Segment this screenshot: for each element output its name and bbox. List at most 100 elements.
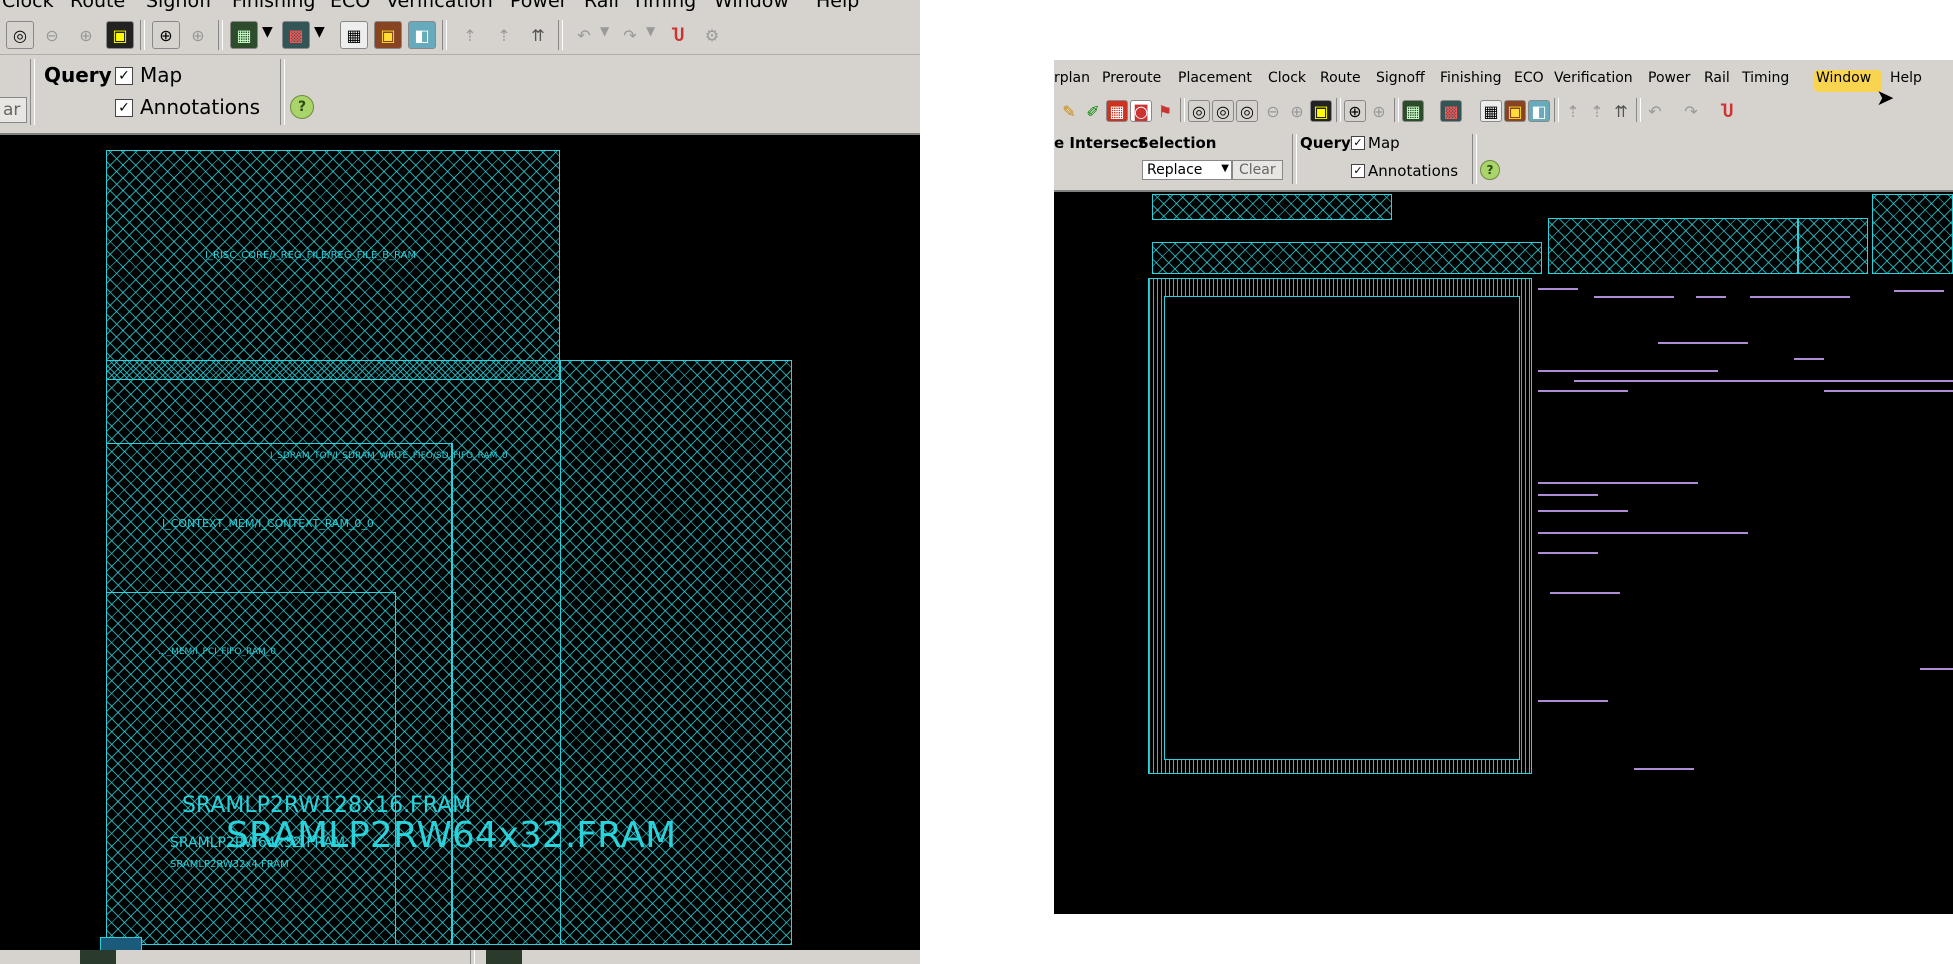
toolbar-separator — [30, 59, 35, 125]
macro-block[interactable] — [1872, 194, 1953, 274]
zoom-out-icon[interactable]: ⊖ — [1262, 100, 1284, 122]
zoom-in-icon[interactable]: ⊕ — [72, 21, 100, 49]
highlight-icon[interactable]: ▣ — [374, 21, 402, 49]
layer-icon[interactable]: ▦ — [230, 21, 258, 49]
highlight-icon[interactable]: ▣ — [1504, 100, 1526, 122]
menu-verification[interactable]: Verification — [386, 0, 493, 12]
zoom-out-icon[interactable]: ⊖ — [38, 21, 66, 49]
layer-icon[interactable]: ▦ — [1402, 100, 1424, 122]
macro-reg-file[interactable] — [106, 150, 560, 380]
menu-timing[interactable]: Timing — [632, 0, 696, 12]
move-up-icon[interactable]: ⇡ — [1586, 100, 1608, 122]
menu-placement[interactable]: Placement — [1178, 70, 1252, 86]
macro-pci-fifo[interactable] — [106, 592, 396, 945]
filter-icon[interactable]: ⚑ — [1154, 100, 1176, 122]
dropdown-arrow-icon[interactable]: ▼ — [314, 24, 325, 40]
menu-rail[interactable]: Rail — [584, 0, 619, 12]
selection-mode-select[interactable]: Replace ▼ — [1142, 160, 1232, 180]
macro-divider — [560, 360, 562, 945]
select-icon[interactable]: ▣ — [1310, 100, 1332, 122]
help-icon[interactable]: ? — [1480, 160, 1500, 180]
menu-help[interactable]: Help — [816, 0, 859, 12]
map-label: Map — [1368, 134, 1400, 152]
menu-eco[interactable]: ECO — [330, 0, 370, 12]
options-bar: ar Query ✓ Map ✓ Annotations ? — [0, 55, 920, 135]
layout-canvas[interactable]: I_RISC_CORE/I_REG_FILE/REG_FILE_B_RAM I_… — [0, 135, 920, 952]
map-checkbox[interactable]: ✓ — [1351, 136, 1365, 150]
dropdown-arrow-icon[interactable]: ▼ — [646, 24, 655, 38]
magnet-icon[interactable]: Ⴎ — [1716, 100, 1738, 122]
zoom-area-icon[interactable]: ⊕ — [1344, 100, 1366, 122]
toolbar-separator — [1292, 134, 1297, 184]
clear-button[interactable]: ar — [0, 97, 28, 123]
highlight-icon[interactable]: ◙ — [1130, 100, 1152, 122]
menu-window[interactable]: Window — [714, 0, 789, 12]
dropdown-arrow-icon[interactable]: ▼ — [600, 24, 609, 38]
menu-eco[interactable]: ECO — [1514, 70, 1544, 86]
annotations-checkbox[interactable]: ✓ — [115, 99, 133, 117]
settings-icon[interactable]: ⚙ — [698, 21, 726, 49]
macro-label: I_RISC_CORE/I_REG_FILE/REG_FILE_B_RAM — [205, 250, 417, 261]
menu-signoff[interactable]: Signoff — [1376, 70, 1425, 86]
zoom-prev-icon[interactable]: ⊕ — [1368, 100, 1390, 122]
view-icon[interactable]: ◧ — [408, 21, 436, 49]
menu-help[interactable]: Help — [1890, 70, 1922, 86]
zoom-fit-icon[interactable]: ◎ — [1188, 100, 1210, 122]
pencil-icon[interactable]: ✎ — [1058, 100, 1080, 122]
view-icon[interactable]: ◧ — [1528, 100, 1550, 122]
move-top-icon[interactable]: ⇈ — [1610, 100, 1632, 122]
move-up-icon[interactable]: ⇡ — [456, 21, 484, 49]
macro-core[interactable] — [1164, 296, 1520, 760]
color-icon[interactable]: ▩ — [1440, 100, 1462, 122]
task-icon[interactable] — [486, 950, 522, 964]
menu-power[interactable]: Power — [1648, 70, 1690, 86]
redo-icon[interactable]: ↷ — [1680, 100, 1702, 122]
menu-floorplan[interactable]: rplan — [1054, 70, 1090, 86]
menu-timing[interactable]: Timing — [1742, 70, 1789, 86]
annotations-checkbox[interactable]: ✓ — [1351, 164, 1365, 178]
menu-clock[interactable]: Clock — [1268, 70, 1306, 86]
clear-button[interactable]: Clear — [1232, 160, 1283, 180]
route-icon[interactable]: ▦ — [1106, 100, 1128, 122]
move-top-icon[interactable]: ⇡ — [490, 21, 518, 49]
layout-canvas[interactable] — [1054, 192, 1953, 914]
zoom-window-icon[interactable]: ◎ — [1212, 100, 1234, 122]
magnet-icon[interactable]: Ⴎ — [664, 21, 692, 49]
menu-finishing[interactable]: Finishing — [1440, 70, 1502, 86]
menu-finishing[interactable]: Finishing — [232, 0, 315, 12]
help-icon[interactable]: ? — [290, 95, 314, 119]
task-icon[interactable] — [80, 950, 116, 964]
zoom-in-icon[interactable]: ⊕ — [1286, 100, 1308, 122]
map-checkbox[interactable]: ✓ — [115, 67, 133, 85]
menu-signoff[interactable]: Signoff — [146, 0, 212, 12]
move-up-icon[interactable]: ⇡ — [1562, 100, 1584, 122]
undo-icon[interactable]: ↶ — [570, 21, 598, 49]
menu-clock[interactable]: Clock — [2, 0, 54, 12]
dropdown-arrow-icon[interactable]: ▼ — [262, 24, 273, 40]
menu-preroute[interactable]: Preroute — [1102, 70, 1161, 86]
toolbar: ◎ ⊖ ⊕ ▣ ⊕ ⊕ ▦ ▼ ▩ ▼ ▦ ▣ ◧ ⇡ ⇡ ⇈ ↶ ▼ ↷ ▼ … — [0, 14, 920, 55]
menu-route[interactable]: Route — [70, 0, 125, 12]
menu-window[interactable]: Window — [1816, 70, 1871, 86]
undo-icon[interactable]: ↶ — [1644, 100, 1666, 122]
zoom-area-icon[interactable]: ⊕ — [152, 21, 180, 49]
chevron-down-icon: ▼ — [1221, 163, 1229, 174]
move-top-icon[interactable]: ⇈ — [524, 21, 552, 49]
select-icon[interactable]: ▣ — [106, 21, 134, 49]
macro-row[interactable] — [1152, 242, 1542, 274]
macro-block[interactable] — [1548, 218, 1798, 274]
menu-verification[interactable]: Verification — [1554, 70, 1633, 86]
macro-row-top[interactable] — [1152, 194, 1392, 220]
zoom-fit-icon[interactable]: ◎ — [1236, 100, 1258, 122]
macro-block[interactable] — [1798, 218, 1868, 274]
menu-route[interactable]: Route — [1320, 70, 1361, 86]
ruler-icon[interactable]: ✐ — [1082, 100, 1104, 122]
grid-icon[interactable]: ▦ — [340, 21, 368, 49]
menu-rail[interactable]: Rail — [1704, 70, 1730, 86]
zoom-fit-icon[interactable]: ◎ — [6, 21, 34, 49]
zoom-prev-icon[interactable]: ⊕ — [184, 21, 212, 49]
menu-power[interactable]: Power — [510, 0, 567, 12]
grid-icon[interactable]: ▦ — [1480, 100, 1502, 122]
redo-icon[interactable]: ↷ — [616, 21, 644, 49]
color-icon[interactable]: ▩ — [282, 21, 310, 49]
